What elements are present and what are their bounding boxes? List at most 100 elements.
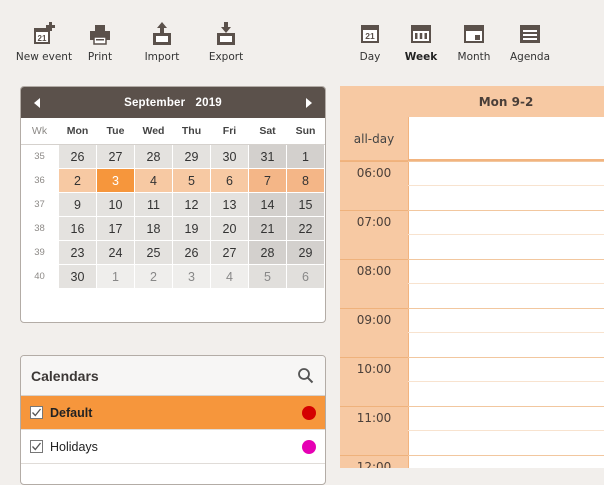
calendar-item-label: Holidays	[50, 439, 98, 454]
week-number[interactable]: 40	[21, 265, 59, 288]
mini-calendar-day[interactable]: 10	[97, 193, 135, 216]
svg-text:21: 21	[365, 31, 375, 41]
view-month-button[interactable]: Month	[452, 22, 496, 78]
weekday-header: Sat	[249, 118, 287, 144]
calendar-item-default[interactable]: Default	[21, 396, 325, 430]
view-month-label: Month	[457, 51, 491, 63]
week-number[interactable]: 35	[21, 145, 59, 168]
calendar-item-holidays[interactable]: Holidays	[21, 430, 325, 464]
calendar-color-dot[interactable]	[302, 405, 316, 420]
triangle-right-icon[interactable]	[297, 87, 321, 118]
calendar-item-label: Default	[50, 405, 93, 420]
view-agenda-button[interactable]: Agenda	[502, 22, 558, 78]
mini-calendar-day[interactable]: 26	[173, 241, 211, 264]
checkbox[interactable]	[30, 406, 43, 419]
svg-text:21: 21	[38, 34, 47, 43]
mini-calendar-day[interactable]: 25	[135, 241, 173, 264]
checkbox[interactable]	[30, 440, 43, 453]
month-view-icon	[463, 22, 485, 46]
day-column-header[interactable]: Mon 9-2	[408, 86, 604, 117]
mini-calendar-day[interactable]: 5	[249, 265, 287, 288]
all-day-cell[interactable]	[408, 117, 604, 161]
mini-calendar-day[interactable]: 15	[287, 193, 325, 216]
mini-calendar-day[interactable]: 11	[135, 193, 173, 216]
mini-calendar-day[interactable]: 21	[249, 217, 287, 240]
week-number[interactable]: 38	[21, 217, 59, 240]
mini-calendar-day[interactable]: 4	[135, 169, 173, 192]
mini-calendar-day[interactable]: 17	[97, 217, 135, 240]
mini-calendar-day[interactable]: 2	[59, 169, 97, 192]
import-button[interactable]: Import	[130, 22, 194, 78]
mini-calendar-day[interactable]: 28	[135, 145, 173, 168]
mini-calendar-day[interactable]: 5	[173, 169, 211, 192]
mini-calendar-day[interactable]: 23	[59, 241, 97, 264]
search-icon[interactable]	[297, 367, 315, 385]
mini-calendar-day[interactable]: 31	[249, 145, 287, 168]
half-hour-line	[408, 430, 604, 431]
mini-calendar-day[interactable]: 27	[211, 241, 249, 264]
mini-calendar-day[interactable]: 2	[135, 265, 173, 288]
hour-row: 11:00	[340, 406, 604, 455]
mini-calendar-day[interactable]: 6	[287, 265, 325, 288]
mini-calendar-day[interactable]: 14	[249, 193, 287, 216]
weekday-header: Thu	[173, 118, 211, 144]
mini-calendar-day[interactable]: 28	[249, 241, 287, 264]
triangle-left-icon[interactable]	[25, 87, 49, 118]
calendars-panel-title: Calendars	[31, 367, 99, 384]
mini-calendar-day[interactable]: 27	[97, 145, 135, 168]
print-icon	[89, 22, 111, 46]
mini-calendar-day[interactable]: 3	[97, 169, 135, 192]
view-agenda-label: Agenda	[509, 51, 551, 63]
mini-calendar-day[interactable]: 16	[59, 217, 97, 240]
mini-calendar-day[interactable]: 1	[97, 265, 135, 288]
time-label: 10:00	[356, 362, 392, 376]
mini-calendar-day[interactable]: 30	[211, 145, 249, 168]
mini-calendar-day[interactable]: 7	[249, 169, 287, 192]
mini-calendar-day[interactable]: 20	[211, 217, 249, 240]
import-icon	[151, 22, 173, 46]
mini-calendar-day[interactable]: 9	[59, 193, 97, 216]
gutter-divider	[340, 161, 408, 162]
mini-calendar-day[interactable]: 3	[173, 265, 211, 288]
new-event-icon: 21	[33, 22, 55, 46]
mini-calendar-day[interactable]: 4	[211, 265, 249, 288]
calendars-panel: Calendars Default Holidays	[20, 355, 326, 485]
mini-calendar-day[interactable]: 26	[59, 145, 97, 168]
mini-calendar-day[interactable]: 1	[287, 145, 325, 168]
mini-calendar-day[interactable]: 12	[173, 193, 211, 216]
view-day-label: Day	[359, 51, 381, 63]
week-row: 35 26 27 28 29 30 31 1	[21, 145, 325, 169]
mini-calendar-day[interactable]: 13	[211, 193, 249, 216]
new-event-button[interactable]: 21 New event	[16, 22, 72, 78]
mini-calendar-day[interactable]: 24	[97, 241, 135, 264]
weekday-header: Mon	[59, 118, 97, 144]
mini-calendar-day[interactable]: 19	[173, 217, 211, 240]
time-label: 09:00	[356, 313, 392, 327]
gutter-divider	[340, 406, 408, 407]
week-number[interactable]: 37	[21, 193, 59, 216]
calendar-color-dot[interactable]	[302, 439, 316, 454]
mini-calendar-day[interactable]: 22	[287, 217, 325, 240]
print-button[interactable]: Print	[70, 22, 130, 78]
view-day-button[interactable]: 21 Day	[350, 22, 390, 78]
hour-line	[408, 161, 604, 162]
week-view-icon	[410, 22, 432, 46]
mini-calendar-day[interactable]: 8	[287, 169, 325, 192]
mini-calendar-day[interactable]: 18	[135, 217, 173, 240]
hour-row: 07:00	[340, 210, 604, 259]
week-number-header: Wk	[21, 118, 59, 144]
mini-calendar-header: September 2019	[21, 87, 325, 118]
import-label: Import	[144, 51, 180, 63]
hour-line	[408, 210, 604, 211]
view-week-button[interactable]: Week	[396, 22, 446, 78]
week-number[interactable]: 39	[21, 241, 59, 264]
mini-calendar-day[interactable]: 29	[287, 241, 325, 264]
mini-calendar-day[interactable]: 6	[211, 169, 249, 192]
hour-row: 08:00	[340, 259, 604, 308]
half-hour-line	[408, 185, 604, 186]
gutter-divider	[340, 357, 408, 358]
mini-calendar-day[interactable]: 30	[59, 265, 97, 288]
mini-calendar-day[interactable]: 29	[173, 145, 211, 168]
week-number[interactable]: 36	[21, 169, 59, 192]
export-button[interactable]: Export	[194, 22, 258, 78]
